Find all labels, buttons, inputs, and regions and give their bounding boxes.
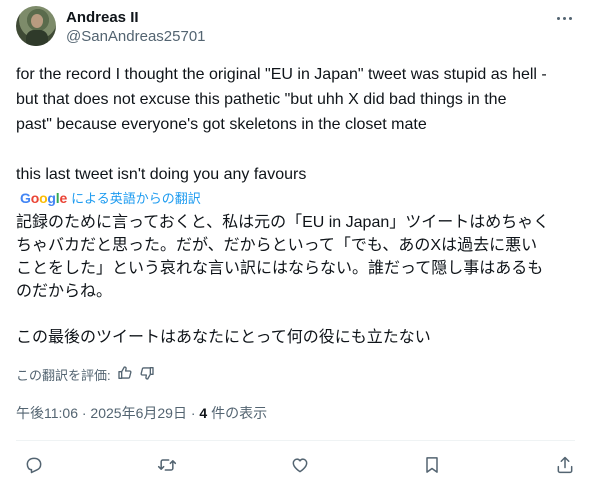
tweet-text: for the record I thought the original "E…: [16, 66, 547, 183]
translated-text: 記録のために言っておくと、私は元の「EU in Japan」ツイートはめちゃく …: [16, 214, 550, 346]
like-icon[interactable]: [288, 453, 312, 477]
views-label: 件の表示: [207, 405, 268, 421]
thumbs-up-icon[interactable]: [117, 365, 133, 384]
author-names: Andreas II @SanAndreas25701: [66, 8, 206, 47]
reply-icon[interactable]: [22, 453, 46, 477]
bookmark-icon[interactable]: [420, 453, 444, 477]
thumbs-down-icon[interactable]: [139, 365, 155, 384]
tweet-timestamp[interactable]: 午後11:06 · 2025年6月29日 ·: [16, 405, 199, 421]
avatar[interactable]: [16, 6, 56, 46]
avatar-body: [26, 30, 48, 46]
avatar-head: [31, 14, 43, 28]
tweet-meta: 午後11:06 · 2025年6月29日 · 4 件の表示: [16, 403, 267, 423]
tweet-header: Andreas II @SanAndreas25701: [16, 6, 579, 50]
translation-link[interactable]: による英語からの翻訳: [71, 188, 201, 207]
retweet-icon[interactable]: [155, 453, 179, 477]
author-handle[interactable]: @SanAndreas25701: [66, 27, 206, 47]
google-logo: Google: [20, 189, 68, 206]
divider: [16, 440, 575, 441]
share-icon[interactable]: [553, 453, 577, 477]
rate-translation: この翻訳を評価:: [16, 365, 155, 384]
translation-attribution: Google による英語からの翻訳: [20, 188, 201, 207]
rate-translation-label: この翻訳を評価:: [16, 368, 111, 383]
action-bar: [22, 452, 577, 478]
author-display-name[interactable]: Andreas II: [66, 8, 206, 27]
more-horizontal-icon[interactable]: [553, 8, 575, 28]
